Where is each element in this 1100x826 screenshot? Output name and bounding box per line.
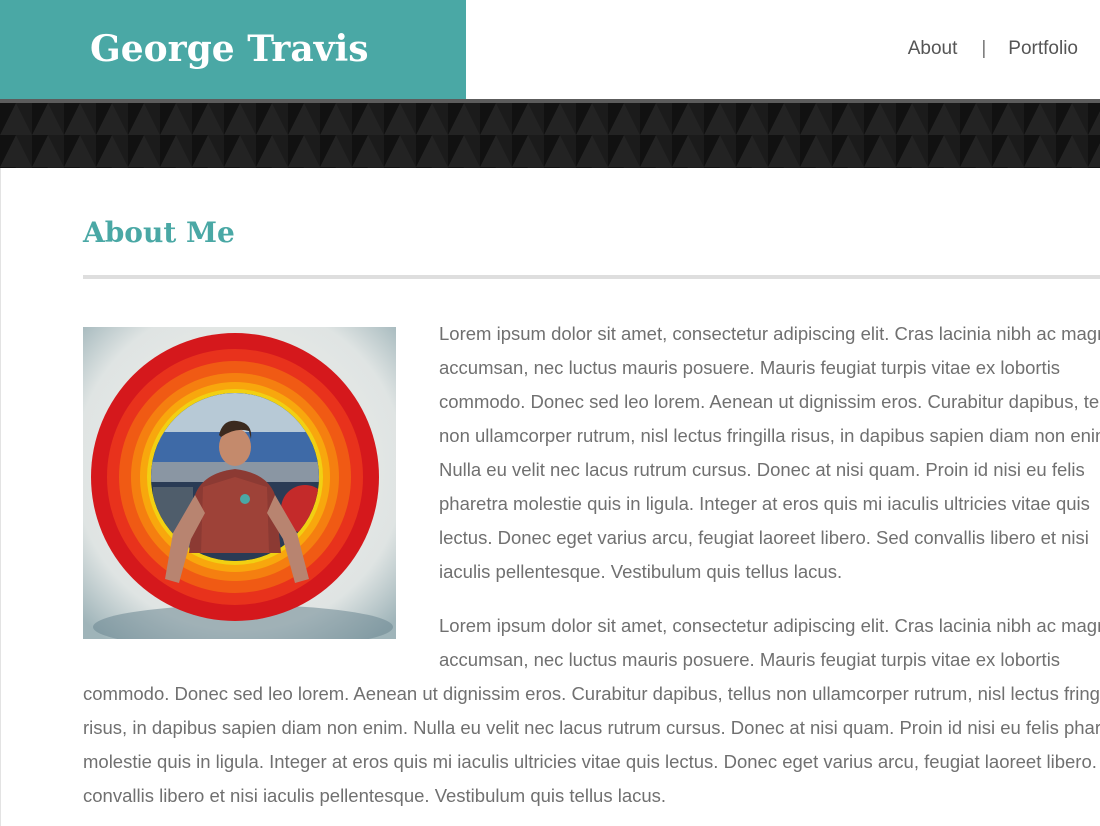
about-body: Lorem ipsum dolor sit amet, consectetur … [83,317,1100,826]
profile-photo [83,327,396,639]
site-header: George Travis About | Portfolio [0,0,1100,99]
nav-link-about[interactable]: About [908,36,958,62]
about-paragraph-2: Lorem ipsum dolor sit amet, consectetur … [83,615,1100,806]
nav-link-portfolio[interactable]: Portfolio [1008,36,1078,62]
title-divider [83,275,1100,279]
nav-separator: | [981,38,987,59]
main-content: About Me Lorem ipsum dolor sit amet, con… [0,168,1100,826]
main-nav: About | Portfolio [908,36,1078,62]
decorative-pattern-band [0,103,1100,168]
site-title[interactable]: George Travis [90,26,369,72]
brand-block: George Travis [0,0,466,99]
page-title: About Me [83,216,235,249]
